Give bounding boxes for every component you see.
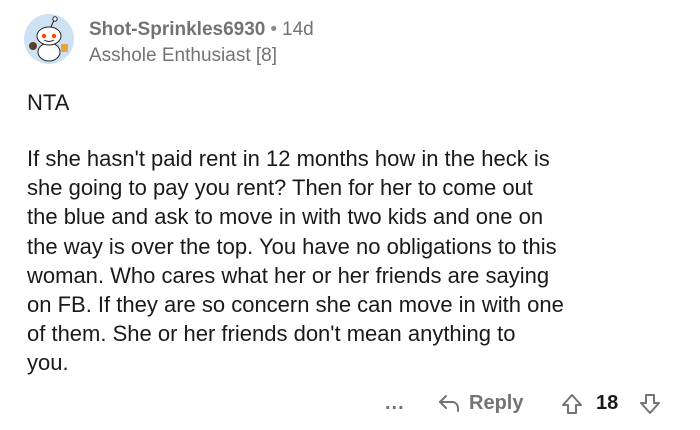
upvote-arrow-icon bbox=[562, 394, 582, 414]
comment-body-line: on FB. If they are so concern she can mo… bbox=[27, 292, 564, 318]
downvote-button[interactable] bbox=[638, 392, 662, 421]
comment-body-line: the way is over the top. You have no obl… bbox=[27, 233, 557, 259]
comment-age[interactable]: 14d bbox=[282, 19, 314, 40]
username-line: Shot-Sprinkles6930 • 14d bbox=[89, 17, 314, 43]
upvote-button[interactable] bbox=[560, 392, 584, 421]
comment-body-line: the blue and ask to move in with two kid… bbox=[27, 204, 544, 230]
separator-dot: • bbox=[270, 19, 277, 40]
comment-body-line: woman. Who cares what her or her friends… bbox=[27, 262, 550, 288]
comment-body-line: of them. She or her friends don't mean a… bbox=[27, 321, 516, 347]
comment-verdict: NTA bbox=[27, 90, 70, 115]
vote-score: 18 bbox=[596, 392, 619, 414]
reply-button[interactable]: Reply bbox=[437, 390, 523, 416]
comment: Shot-Sprinkles6930 • 14d Asshole Enthusias… bbox=[0, 0, 700, 430]
reply-label: Reply bbox=[469, 392, 524, 414]
snoo-avatar-icon[interactable] bbox=[24, 14, 74, 64]
comment-header: Shot-Sprinkles6930 • 14d Asshole Enthusias… bbox=[89, 17, 314, 69]
author-username[interactable]: Shot-Sprinkles6930 bbox=[89, 19, 265, 40]
comment-body-line: she going to pay you rent? Then for her … bbox=[27, 175, 533, 201]
comment-body-line: you. bbox=[27, 350, 69, 376]
user-flair: Asshole Enthusiast [8] bbox=[89, 45, 277, 66]
comment-body-line: If she hasn't paid rent in 12 months how… bbox=[27, 146, 550, 171]
reply-arrow-icon bbox=[439, 395, 459, 412]
comment-body: If she hasn't paid rent in 12 months how… bbox=[27, 144, 667, 378]
downvote-arrow-icon bbox=[640, 394, 660, 414]
comment-actions: ... Reply 18 bbox=[0, 390, 700, 420]
more-options-button[interactable]: ... bbox=[385, 390, 405, 416]
